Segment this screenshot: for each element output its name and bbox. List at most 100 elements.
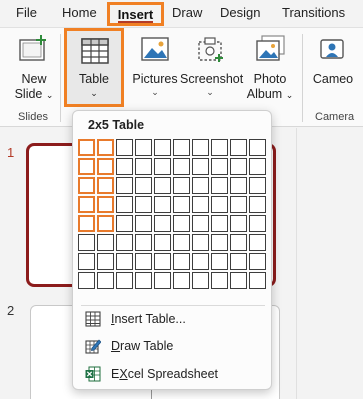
table-grid-cell[interactable]	[249, 158, 266, 175]
table-grid-cell[interactable]	[249, 234, 266, 251]
table-grid-cell[interactable]	[97, 234, 114, 251]
table-grid-cell[interactable]	[78, 177, 95, 194]
pictures-button[interactable]: Pictures ⌄	[128, 32, 182, 97]
table-grid-cell[interactable]	[249, 253, 266, 270]
table-grid-cell[interactable]	[154, 234, 171, 251]
table-grid-cell[interactable]	[116, 215, 133, 232]
table-grid-cell[interactable]	[97, 253, 114, 270]
table-grid-cell[interactable]	[97, 272, 114, 289]
table-grid-cell[interactable]	[154, 215, 171, 232]
table-grid-cell[interactable]	[78, 272, 95, 289]
photo-album-label: Photo Album ⌄	[246, 72, 294, 101]
table-grid-cell[interactable]	[211, 177, 228, 194]
table-grid-cell[interactable]	[192, 272, 209, 289]
insert-table-label: Insert Table...	[111, 312, 186, 326]
table-grid-cell[interactable]	[135, 234, 152, 251]
photo-album-icon	[256, 35, 285, 61]
table-grid-cell[interactable]	[154, 253, 171, 270]
tab-insert[interactable]: Insert	[107, 2, 164, 26]
table-grid-cell[interactable]	[249, 215, 266, 232]
table-grid-cell[interactable]	[173, 177, 190, 194]
table-grid-cell[interactable]	[97, 158, 114, 175]
table-grid-cell[interactable]	[97, 177, 114, 194]
table-grid-cell[interactable]	[135, 158, 152, 175]
table-grid-cell[interactable]	[173, 234, 190, 251]
table-grid-cell[interactable]	[97, 196, 114, 213]
table-grid-cell[interactable]	[192, 234, 209, 251]
table-grid-cell[interactable]	[249, 196, 266, 213]
table-grid-cell[interactable]	[249, 177, 266, 194]
table-grid-cell[interactable]	[135, 177, 152, 194]
table-grid-cell[interactable]	[116, 272, 133, 289]
table-grid-cell[interactable]	[211, 215, 228, 232]
tab-home[interactable]: Home	[62, 2, 97, 24]
table-grid-cell[interactable]	[211, 253, 228, 270]
table-grid-cell[interactable]	[192, 196, 209, 213]
excel-spreadsheet-menu-item[interactable]: EXcel Spreadsheet	[85, 363, 265, 385]
draw-table-menu-item[interactable]: Draw Table	[85, 335, 265, 357]
table-grid-cell[interactable]	[192, 177, 209, 194]
table-grid-cell[interactable]	[249, 272, 266, 289]
tab-draw[interactable]: Draw	[172, 2, 202, 24]
table-grid-cell[interactable]	[154, 177, 171, 194]
tab-design[interactable]: Design	[220, 2, 260, 24]
table-grid-cell[interactable]	[192, 139, 209, 156]
table-grid-cell[interactable]	[154, 139, 171, 156]
table-grid-cell[interactable]	[211, 234, 228, 251]
insert-table-menu-item[interactable]: Insert Table...	[85, 308, 265, 330]
table-grid-cell[interactable]	[173, 253, 190, 270]
photo-album-button[interactable]: Photo Album ⌄	[244, 32, 296, 103]
table-grid-cell[interactable]	[116, 234, 133, 251]
table-grid-cell[interactable]	[135, 139, 152, 156]
table-grid-cell[interactable]	[116, 196, 133, 213]
table-grid-cell[interactable]	[192, 215, 209, 232]
table-grid-cell[interactable]	[78, 234, 95, 251]
table-grid-cell[interactable]	[192, 253, 209, 270]
table-button[interactable]: Table ⌄	[64, 28, 124, 107]
table-grid-cell[interactable]	[230, 139, 247, 156]
table-grid-cell[interactable]	[78, 215, 95, 232]
table-grid-cell[interactable]	[173, 158, 190, 175]
table-grid-cell[interactable]	[173, 272, 190, 289]
table-grid-cell[interactable]	[97, 215, 114, 232]
tab-transitions[interactable]: Transitions	[282, 2, 345, 24]
table-grid-cell[interactable]	[135, 196, 152, 213]
table-grid-cell[interactable]	[230, 196, 247, 213]
table-grid-cell[interactable]	[78, 253, 95, 270]
pane-splitter[interactable]	[296, 128, 297, 399]
table-grid-cell[interactable]	[97, 139, 114, 156]
table-grid-cell[interactable]	[116, 177, 133, 194]
table-grid-cell[interactable]	[78, 139, 95, 156]
table-grid-cell[interactable]	[173, 196, 190, 213]
table-grid-cell[interactable]	[173, 215, 190, 232]
table-grid-cell[interactable]	[211, 158, 228, 175]
table-grid-cell[interactable]	[230, 253, 247, 270]
cameo-button[interactable]: Cameo	[308, 32, 358, 87]
table-grid-cell[interactable]	[211, 272, 228, 289]
table-grid-cell[interactable]	[154, 272, 171, 289]
table-grid-cell[interactable]	[230, 215, 247, 232]
new-slide-button[interactable]: New Slide ⌄	[10, 32, 58, 103]
table-grid-cell[interactable]	[78, 196, 95, 213]
table-grid-cell[interactable]	[116, 139, 133, 156]
table-grid-cell[interactable]	[211, 139, 228, 156]
table-grid-cell[interactable]	[154, 196, 171, 213]
table-grid-cell[interactable]	[78, 158, 95, 175]
table-grid-cell[interactable]	[173, 139, 190, 156]
table-grid-cell[interactable]	[135, 253, 152, 270]
table-grid-cell[interactable]	[230, 272, 247, 289]
table-grid-cell[interactable]	[135, 272, 152, 289]
table-grid-cell[interactable]	[154, 158, 171, 175]
table-grid-cell[interactable]	[211, 196, 228, 213]
excel-icon	[85, 366, 101, 382]
table-grid-cell[interactable]	[135, 215, 152, 232]
table-grid-cell[interactable]	[230, 177, 247, 194]
tab-file[interactable]: File	[16, 2, 37, 24]
table-grid-cell[interactable]	[116, 158, 133, 175]
screenshot-button[interactable]: Screenshot ⌄	[180, 32, 243, 97]
table-grid-cell[interactable]	[116, 253, 133, 270]
table-grid-cell[interactable]	[230, 234, 247, 251]
table-grid-cell[interactable]	[249, 139, 266, 156]
table-grid-cell[interactable]	[192, 158, 209, 175]
table-grid-cell[interactable]	[230, 158, 247, 175]
